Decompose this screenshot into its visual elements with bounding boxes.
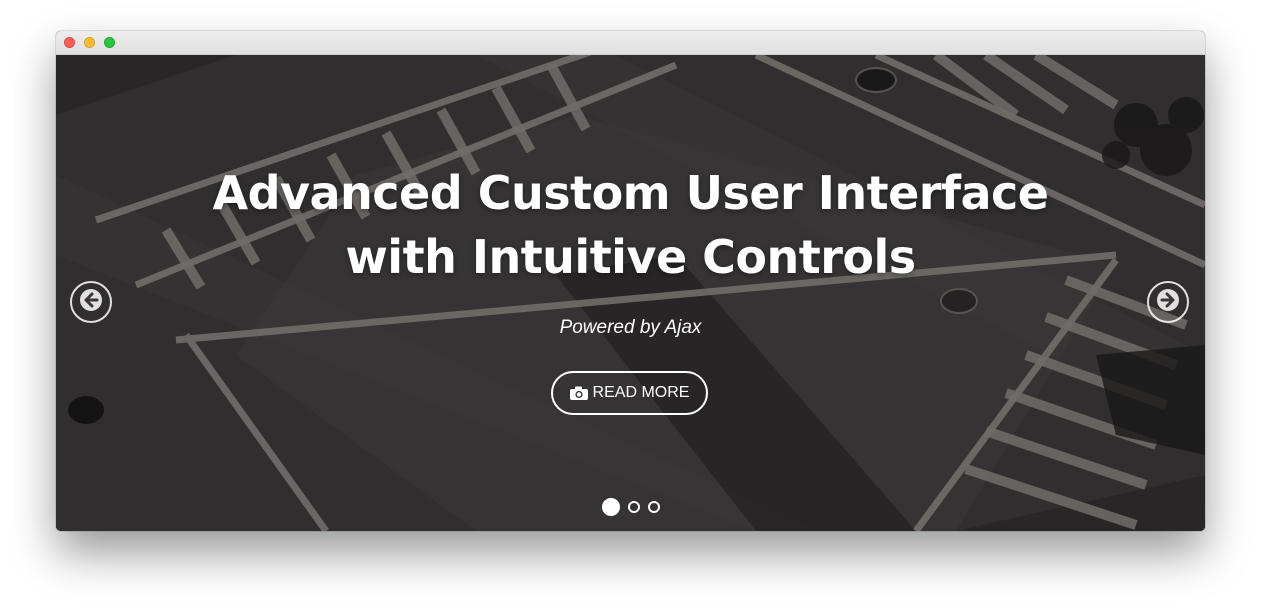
slide-pagination [56,498,1205,516]
maximize-window-button[interactable] [104,37,115,48]
arrow-left-icon [79,288,103,317]
camera-icon [569,386,588,400]
close-window-button[interactable] [64,37,75,48]
slide-headline: Advanced Custom User Interface with Intu… [212,166,1049,284]
minimize-window-button[interactable] [84,37,95,48]
slide-dot-3[interactable] [647,501,660,513]
slide-subtitle: Powered by Ajax [559,317,702,338]
arrow-right-icon [1156,288,1180,317]
prev-slide-button[interactable] [70,281,112,323]
next-slide-button[interactable] [1147,281,1189,323]
slide-dot-2[interactable] [627,501,640,513]
read-more-label: READ MORE [592,384,690,401]
title-bar [56,31,1205,55]
read-more-button[interactable]: READ MORE [551,371,708,415]
browser-window: Advanced Custom User Interface with Intu… [56,31,1205,531]
hero-slider: Advanced Custom User Interface with Intu… [56,55,1205,531]
image-overlay [56,55,1205,531]
slide-dot-1[interactable] [601,498,620,516]
